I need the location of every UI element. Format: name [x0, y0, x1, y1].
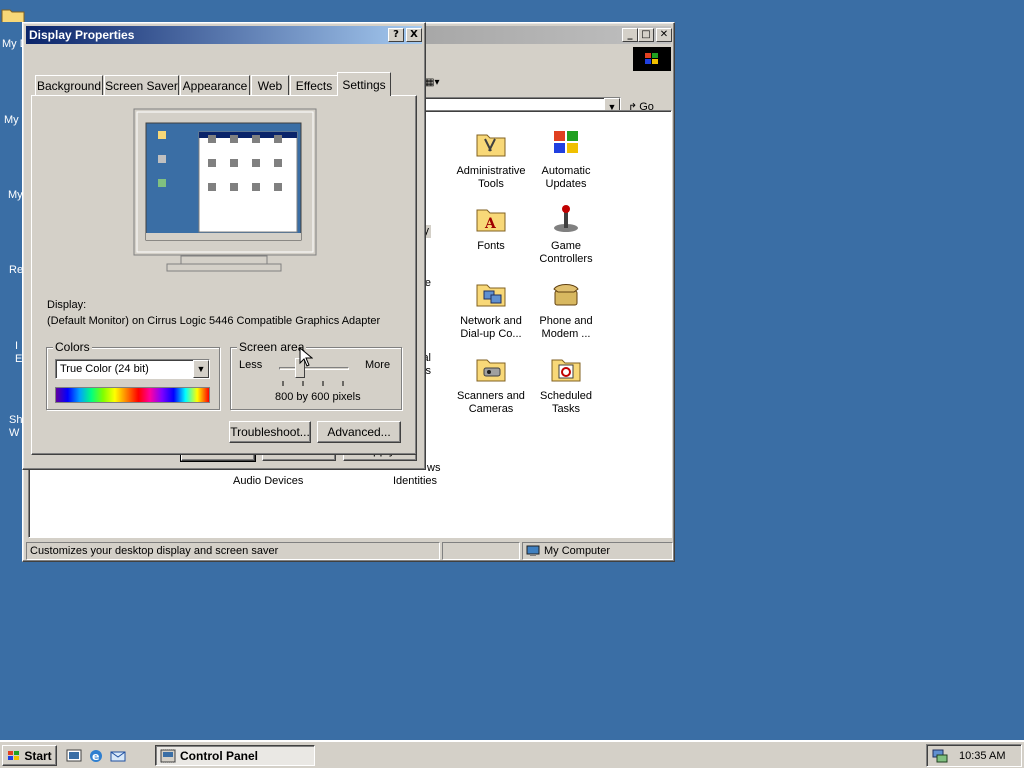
desktop-icon-my-documents[interactable]: [0, 4, 30, 22]
telephone-icon: [553, 284, 579, 306]
display-label: Display:: [47, 299, 87, 311]
svg-text:e: e: [92, 750, 99, 763]
tab-settings[interactable]: Settings: [337, 72, 391, 96]
tab-appearance[interactable]: Appearance: [180, 75, 250, 95]
status-zone: My Computer: [522, 542, 673, 560]
taskbar-task-label: Control Panel: [180, 748, 259, 763]
cp-game-controllers[interactable]: Game Controllers: [526, 202, 606, 266]
cp-icon-label: Tasks: [551, 403, 581, 415]
windows-flag-icon: [645, 53, 658, 64]
cp-scheduled-tasks[interactable]: Scheduled Tasks: [526, 352, 606, 416]
cp-icon-label: Phone and: [539, 315, 593, 327]
cp-label-ws: ws: [427, 462, 441, 474]
scheduled-tasks-icon: [551, 359, 581, 382]
network-folder-icon: [476, 284, 506, 307]
start-label: Start: [24, 748, 52, 763]
cp-icon-label: Scheduled: [540, 390, 592, 402]
clock[interactable]: 10:35 AM: [959, 750, 1005, 762]
display-adapter-value: (Default Monitor) on Cirrus Logic 5446 C…: [47, 315, 381, 327]
close-button[interactable]: ✕: [656, 28, 672, 42]
screen-area-group: Screen area Less More 800 by 600 pixels: [230, 340, 402, 410]
windows-flag-icon: [8, 750, 20, 760]
quick-launch: e: [66, 746, 126, 766]
cp-network-dialup[interactable]: Network and Dial-up Co...: [451, 277, 531, 341]
taskbar: Start e Control Panel 10:35 AM: [0, 740, 1024, 768]
my-computer-icon: [526, 545, 540, 556]
internet-explorer-icon[interactable]: e: [88, 748, 104, 764]
preview-desktop-icons: [158, 131, 282, 191]
cp-icon-label: Fonts: [477, 240, 505, 252]
cp-icon-label: Network and: [460, 315, 522, 327]
slider-track: [279, 367, 349, 370]
cp-icon-label: Tools: [478, 178, 504, 190]
cp-icon-label: Automatic: [541, 165, 591, 177]
advanced-button[interactable]: Advanced...: [317, 421, 401, 443]
fonts-folder-icon: A: [476, 209, 506, 232]
start-button[interactable]: Start: [2, 745, 57, 766]
cp-icon-label: Game: [551, 240, 581, 252]
cp-administrative-tools[interactable]: Administrative Tools: [451, 127, 531, 191]
joystick-icon: [554, 205, 578, 232]
cp-icon-label: Modem ...: [541, 328, 591, 340]
minimize-button[interactable]: _: [622, 28, 638, 42]
cp-icon-label: Cameras: [468, 403, 514, 415]
slider-less-label: Less: [239, 359, 263, 371]
maximize-button[interactable]: □: [638, 28, 654, 42]
dialog-close-button[interactable]: X: [406, 28, 422, 42]
system-tray: 10:35 AM: [926, 744, 1022, 767]
cp-identities[interactable]: Identities: [393, 475, 437, 487]
cp-audio-devices[interactable]: Audio Devices: [233, 475, 303, 487]
screen-area-group-label: Screen area: [237, 340, 307, 354]
colors-group: Colors True Color (24 bit) ▼: [46, 340, 220, 410]
tab-background[interactable]: Background: [35, 75, 103, 95]
cp-scanners-cameras[interactable]: Scanners and Cameras: [451, 352, 531, 416]
status-bar: Customizes your desktop display and scre…: [26, 542, 673, 560]
slider-ticks: [282, 381, 344, 386]
cp-phone-modem[interactable]: Phone and Modem ...: [526, 277, 606, 341]
tab-web[interactable]: Web: [251, 75, 289, 95]
folder-icon: [1, 9, 25, 22]
taskbar-control-panel[interactable]: Control Panel: [155, 745, 315, 766]
cp-icon-label: Controllers: [539, 253, 593, 265]
windows-update-icon: [554, 131, 578, 153]
colors-select[interactable]: True Color (24 bit) ▼: [55, 359, 210, 379]
colors-select-value: True Color (24 bit): [60, 363, 149, 375]
settings-tab-panel: Display: (Default Monitor) on Cirrus Log…: [31, 95, 417, 455]
cp-icon-label: Dial-up Co...: [460, 328, 522, 340]
dialog-titlebar[interactable]: Display Properties ? X: [26, 26, 422, 44]
colors-group-label: Colors: [53, 340, 92, 354]
cp-icon-label: Updates: [545, 178, 587, 190]
troubleshoot-button[interactable]: Troubleshoot...: [229, 421, 311, 443]
views-button[interactable]: ▦▾: [425, 77, 451, 91]
colors-dropdown-button[interactable]: ▼: [193, 360, 209, 378]
cp-icon-label: Scanners and: [457, 390, 525, 402]
cp-automatic-updates[interactable]: Automatic Updates: [526, 127, 606, 191]
status-zone-label: My Computer: [544, 545, 611, 557]
windows-logo: [633, 47, 671, 71]
dialog-title: Display Properties: [29, 28, 135, 42]
control-panel-icon: [160, 749, 176, 762]
tools-folder-icon: [476, 134, 506, 157]
show-desktop-icon[interactable]: [66, 748, 82, 764]
outlook-express-icon[interactable]: [110, 748, 126, 764]
status-text: Customizes your desktop display and scre…: [26, 542, 440, 560]
tab-effects[interactable]: Effects: [290, 75, 338, 95]
resolution-value: 800 by 600 pixels: [275, 391, 361, 403]
slider-more-label: More: [365, 359, 391, 371]
mouse-cursor-icon: [299, 347, 313, 367]
cp-fonts[interactable]: A Fonts: [451, 202, 531, 253]
network-tray-icon[interactable]: [931, 748, 949, 764]
svg-text:A: A: [484, 216, 497, 232]
color-spectrum-bar: [55, 387, 210, 403]
help-button[interactable]: ?: [388, 28, 404, 42]
scanner-folder-icon: [476, 359, 506, 382]
display-properties-dialog: Display Properties ? X Background Screen…: [22, 22, 426, 470]
status-spacer: [442, 542, 520, 560]
tab-screen-saver[interactable]: Screen Saver: [104, 75, 179, 95]
cp-icon-label: Administrative: [456, 165, 526, 177]
